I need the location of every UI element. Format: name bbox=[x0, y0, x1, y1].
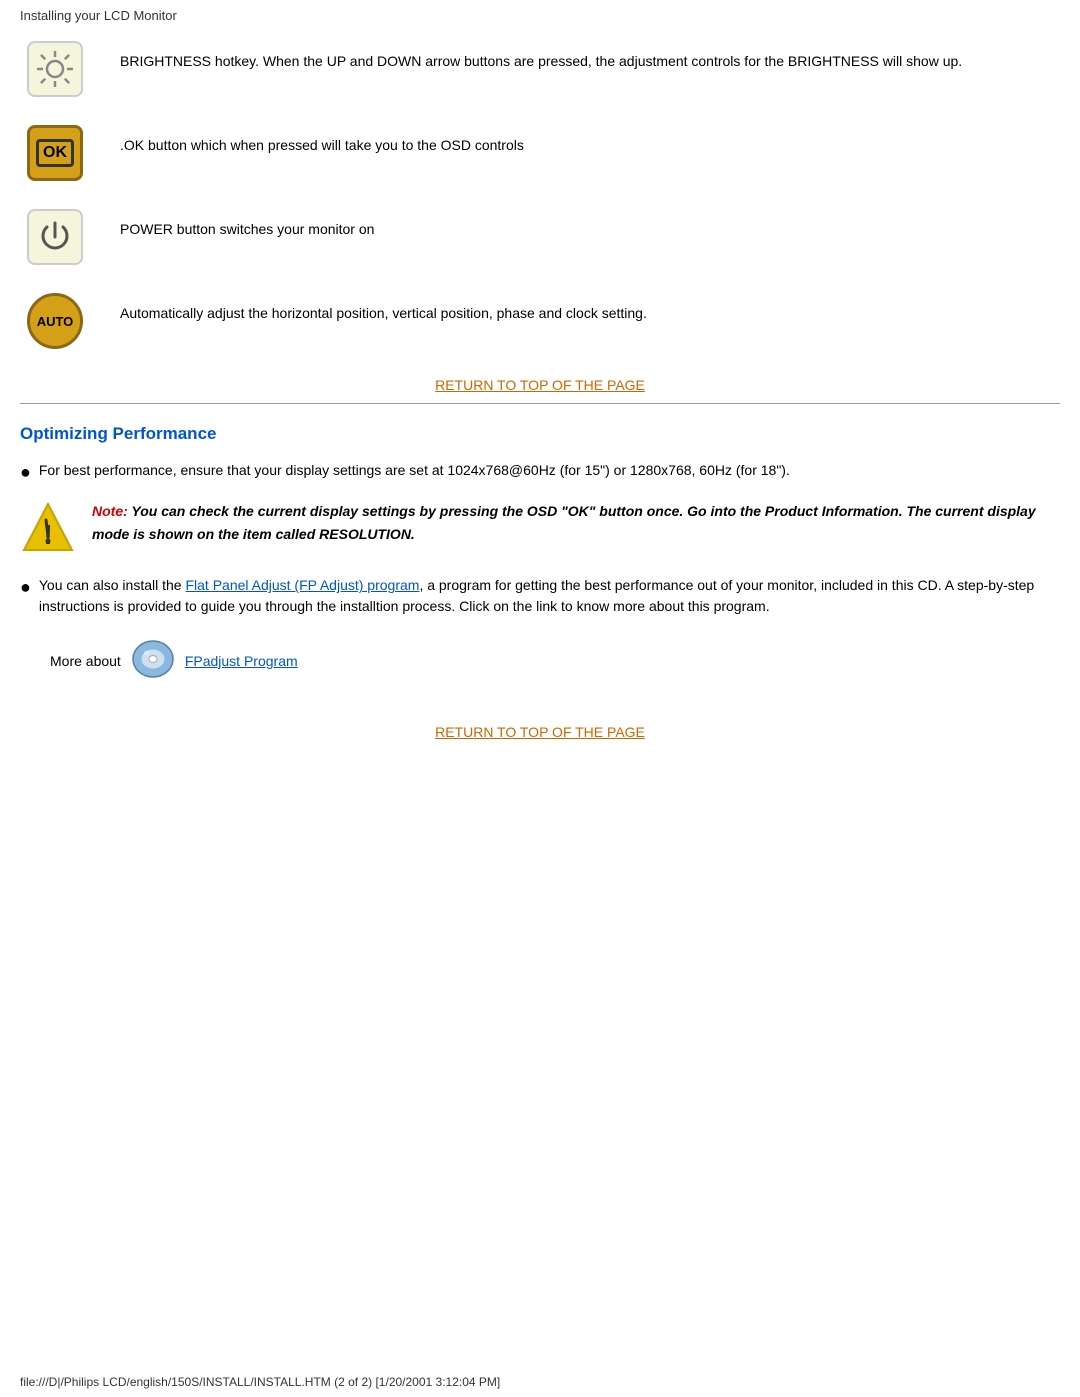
more-about-row: More about FPadjust Program bbox=[50, 637, 1060, 684]
note-box: ! Note: You can check the current displa… bbox=[20, 500, 1060, 559]
header-title: Installing your LCD Monitor bbox=[20, 8, 177, 23]
section-title: Optimizing Performance bbox=[20, 424, 1060, 444]
more-about-label: More about bbox=[50, 653, 121, 669]
return-link-top[interactable]: RETURN TO TOP OF THE PAGE bbox=[435, 377, 645, 393]
note-keyword: Note: bbox=[92, 503, 128, 519]
ok-icon-cell: OK bbox=[20, 125, 90, 181]
brightness-icon-cell bbox=[20, 41, 90, 97]
page-header: Installing your LCD Monitor bbox=[0, 0, 1080, 31]
bullet-item-2: ● You can also install the Flat Panel Ad… bbox=[20, 575, 1060, 617]
bullet-dot-1: ● bbox=[20, 461, 31, 484]
optimizing-section: Optimizing Performance ● For best perfor… bbox=[20, 424, 1060, 740]
section-divider bbox=[20, 403, 1060, 404]
power-row: POWER button switches your monitor on bbox=[20, 209, 1060, 265]
auto-description: Automatically adjust the horizontal posi… bbox=[120, 293, 1060, 324]
warning-icon-cell: ! bbox=[20, 500, 76, 559]
power-description: POWER button switches your monitor on bbox=[120, 209, 1060, 240]
warning-triangle-icon: ! bbox=[20, 500, 76, 556]
cd-icon bbox=[131, 637, 175, 684]
page-footer: file:///D|/Philips LCD/english/150S/INST… bbox=[20, 1375, 500, 1389]
auto-row: AUTO Automatically adjust the horizontal… bbox=[20, 293, 1060, 349]
ok-row: OK .OK button which when pressed will ta… bbox=[20, 125, 1060, 181]
power-icon bbox=[27, 209, 83, 265]
ok-description: .OK button which when pressed will take … bbox=[120, 125, 1060, 156]
return-link-bottom[interactable]: RETURN TO TOP OF THE PAGE bbox=[435, 724, 645, 740]
fp-adjust-link[interactable]: Flat Panel Adjust (FP Adjust) program bbox=[185, 577, 419, 593]
bullet-dot-2: ● bbox=[20, 576, 31, 599]
main-content: BRIGHTNESS hotkey. When the UP and DOWN … bbox=[0, 31, 1080, 790]
fpadjust-program-link[interactable]: FPadjust Program bbox=[185, 653, 298, 669]
return-link-top-container: RETURN TO TOP OF THE PAGE bbox=[20, 377, 1060, 393]
note-text-content: Note: You can check the current display … bbox=[92, 500, 1060, 545]
bullet-item-1: ● For best performance, ensure that your… bbox=[20, 460, 1060, 484]
brightness-description: BRIGHTNESS hotkey. When the UP and DOWN … bbox=[120, 41, 1060, 72]
brightness-row: BRIGHTNESS hotkey. When the UP and DOWN … bbox=[20, 41, 1060, 97]
brightness-icon bbox=[27, 41, 83, 97]
ok-icon: OK bbox=[27, 125, 83, 181]
return-link-bottom-container: RETURN TO TOP OF THE PAGE bbox=[20, 724, 1060, 740]
bullet-text-1: For best performance, ensure that your d… bbox=[39, 460, 1060, 481]
auto-icon: AUTO bbox=[27, 293, 83, 349]
auto-icon-cell: AUTO bbox=[20, 293, 90, 349]
note-body: You can check the current display settin… bbox=[92, 503, 1036, 541]
power-icon-cell bbox=[20, 209, 90, 265]
bullet-text-2: You can also install the Flat Panel Adju… bbox=[39, 575, 1060, 617]
